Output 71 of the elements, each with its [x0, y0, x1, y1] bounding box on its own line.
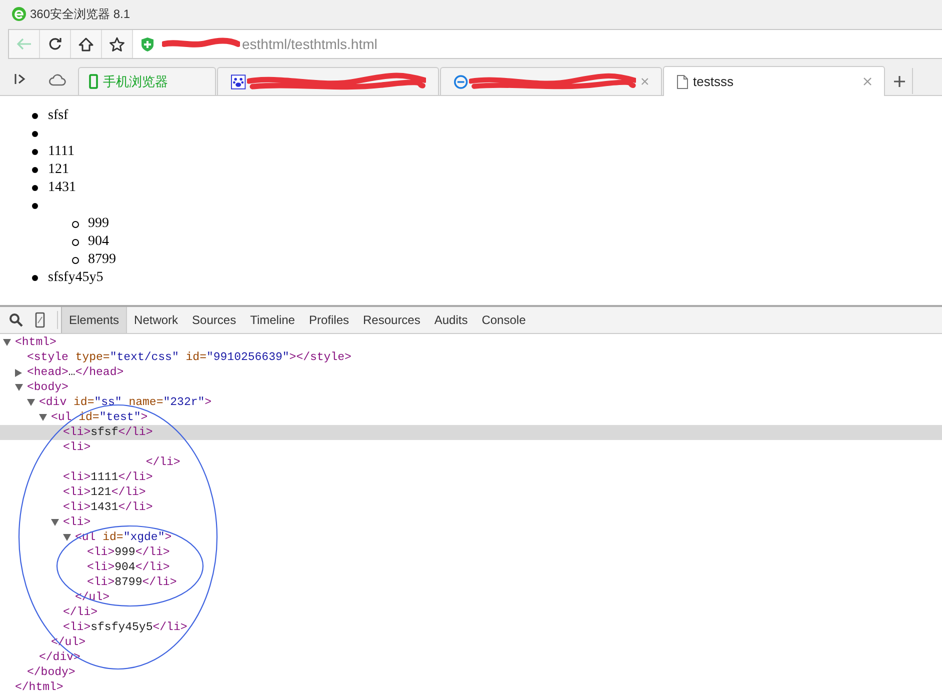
dom-node-line[interactable]: </li> [63, 456, 180, 469]
expand-triangle-icon[interactable] [39, 414, 47, 421]
dom-node-line[interactable]: <style type="text/css" id="9910256639"></style> [27, 351, 352, 364]
paw-icon [231, 74, 246, 90]
list-bullet-icon [32, 185, 38, 191]
devtools-tab[interactable]: Sources [185, 307, 244, 333]
devtools-tab[interactable]: Timeline [243, 307, 302, 333]
expand-triangle-icon[interactable] [27, 399, 35, 406]
window-title: 360安全浏览器 8.1 [30, 6, 130, 22]
browser-tab[interactable]: testsss [663, 66, 885, 96]
browser-tab[interactable] [440, 67, 662, 95]
dom-node-line[interactable]: <li>1431</li> [63, 501, 153, 514]
dom-node-line[interactable]: <html> [15, 336, 56, 349]
dom-node-line[interactable]: <li>121</li> [63, 486, 146, 499]
dom-node-line[interactable]: </body> [27, 666, 76, 679]
dom-node-line[interactable]: </html> [15, 681, 64, 694]
list-bullet-icon [72, 256, 79, 264]
dom-node-line[interactable]: <li>904</li> [87, 561, 170, 574]
dom-node-line[interactable]: <li>sfsfy45y5</li> [63, 621, 188, 634]
list-bullet-icon [72, 238, 79, 246]
list-bullet-icon [32, 113, 38, 119]
expand-triangle-icon[interactable] [3, 339, 11, 346]
close-tab-icon[interactable] [641, 77, 650, 86]
tab-label: testsss [693, 74, 734, 89]
list-bullet-icon [32, 275, 38, 281]
list-item-text: 999 [88, 216, 109, 232]
dom-node-line[interactable]: <li> [63, 516, 91, 529]
tab-label: 手机浏览器 [103, 72, 168, 90]
browser-tab[interactable] [217, 67, 439, 95]
dom-node-line[interactable]: </div> [39, 651, 80, 664]
list-bullet-icon [32, 149, 38, 155]
dom-node-line[interactable]: <body> [27, 381, 68, 394]
list-bullet-icon [32, 167, 38, 173]
expand-triangle-icon[interactable] [51, 519, 59, 526]
list-item-text: 904 [88, 234, 109, 250]
dom-node-line[interactable]: <li>1111</li> [63, 471, 153, 484]
page-icon [677, 74, 688, 88]
close-tab-icon[interactable] [863, 77, 872, 86]
list-bullet-icon [72, 220, 79, 228]
collapsed-triangle-icon[interactable] [15, 368, 22, 376]
dom-node-line[interactable]: <li> [63, 441, 91, 454]
devtools-tab[interactable]: Console [474, 307, 533, 333]
dom-node-line[interactable]: </li> [63, 606, 98, 619]
devtools-tab[interactable]: Profiles [302, 307, 356, 333]
expand-triangle-icon[interactable] [15, 384, 23, 391]
plus-icon [894, 76, 904, 86]
expand-triangle-icon[interactable] [63, 534, 71, 541]
cloud-icon[interactable] [48, 73, 66, 86]
devtools-tab[interactable]: Audits [427, 307, 475, 333]
devtools-tab[interactable]: Elements [61, 307, 128, 333]
list-bullet-icon [32, 203, 38, 209]
search-icon[interactable] [9, 313, 23, 327]
dom-node-line[interactable]: <li>8799</li> [87, 576, 177, 589]
dom-node-line[interactable]: <li>sfsf</li> [63, 426, 153, 439]
dom-node-line[interactable]: <ul id="test"> [51, 411, 148, 424]
devtools-tab[interactable]: Network [127, 307, 186, 333]
phone-icon [89, 74, 98, 89]
dom-node-line[interactable]: <li>999</li> [87, 546, 170, 559]
list-item-text: 1111 [48, 144, 74, 160]
list-item-text: sfsfy45y5 [48, 270, 104, 286]
list-item-text: 8799 [88, 252, 116, 268]
browser-logo-icon [12, 7, 26, 21]
dom-node-line[interactable]: <head>…</head> [27, 366, 124, 379]
list-bullet-icon [32, 131, 38, 137]
list-item-text: 1431 [48, 180, 76, 196]
device-mode-icon[interactable] [35, 312, 45, 328]
sidebar-toggle-icon[interactable] [14, 73, 26, 85]
devtools-tab[interactable]: Resources [356, 307, 428, 333]
list-item-text: 121 [48, 162, 69, 178]
list-item-text: sfsf [48, 108, 68, 124]
dom-node-line[interactable]: <div id="ss" name="232r"> [39, 396, 212, 409]
